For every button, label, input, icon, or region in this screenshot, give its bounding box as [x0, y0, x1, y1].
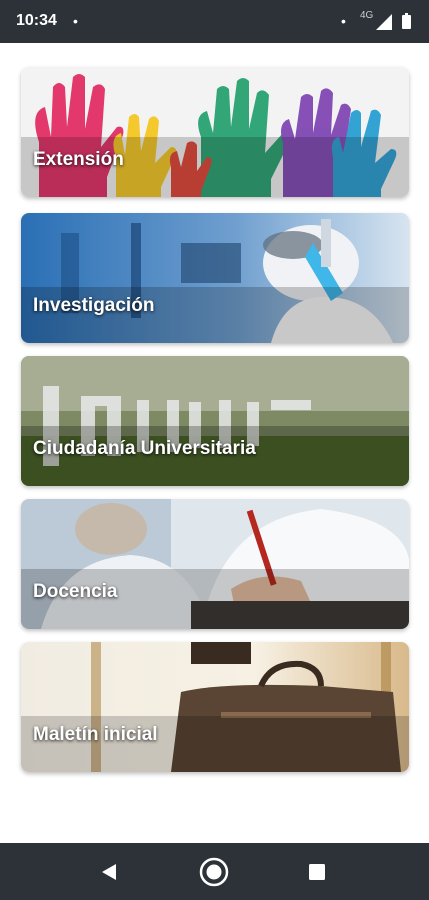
recents-button[interactable] [302, 857, 332, 887]
briefcase-image [21, 642, 409, 772]
notification-dot-icon: • [341, 13, 346, 29]
network-type-label: 4G [360, 10, 374, 21]
menu-card-university-citizenship[interactable]: Ciudadanía Universitaria [21, 356, 409, 486]
menu-card-label: Maletín inicial [33, 724, 158, 745]
menu-card-research[interactable]: Investigación [21, 213, 409, 343]
menu-card-starter-kit[interactable]: Maletín inicial [21, 642, 409, 772]
menu-card-teaching[interactable]: Docencia [21, 499, 409, 629]
navigation-bar [0, 843, 429, 900]
back-button[interactable] [94, 857, 124, 887]
battery-icon [402, 13, 411, 29]
recents-icon [309, 864, 325, 880]
home-button[interactable] [199, 857, 229, 887]
status-bar: 10:34 • • 4G [0, 0, 429, 43]
signal-icon [376, 14, 392, 30]
notification-dot-icon: • [73, 13, 78, 29]
doctor-writing-image [21, 499, 409, 629]
menu-card-label: Docencia [33, 581, 118, 602]
menu-card-extension[interactable]: Extensión [21, 67, 409, 197]
menu-list: Extensión Investigación Ciudadanía Unive… [0, 43, 429, 843]
menu-card-label: Ciudadanía Universitaria [33, 438, 256, 459]
status-time: 10:34 [16, 12, 57, 29]
menu-card-label: Extensión [33, 149, 124, 170]
uncuyo-sign-image [21, 356, 409, 486]
lab-scientist-image [21, 213, 409, 343]
home-icon [199, 857, 229, 887]
back-icon [102, 864, 116, 880]
menu-card-label: Investigación [33, 295, 155, 316]
colorful-hands-image [21, 67, 409, 197]
